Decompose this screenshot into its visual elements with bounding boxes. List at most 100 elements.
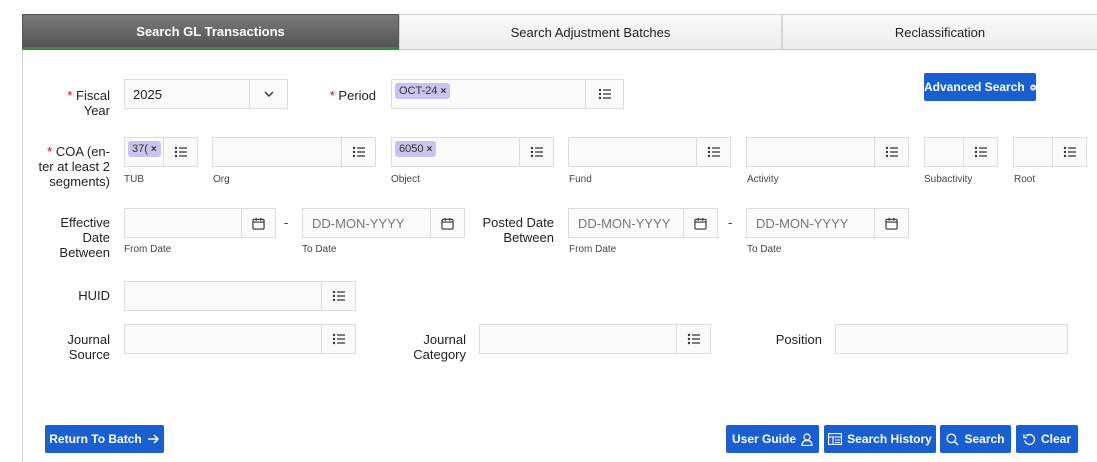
clear-label: Clear bbox=[1040, 432, 1072, 446]
root-list-button[interactable] bbox=[1052, 138, 1086, 166]
clear-button[interactable]: Clear bbox=[1016, 425, 1078, 453]
period-chip[interactable]: OCT-24 × bbox=[395, 83, 451, 99]
tab-reclassification[interactable]: Reclassification bbox=[782, 14, 1097, 50]
chip-remove-icon[interactable]: × bbox=[151, 144, 157, 155]
journal-category-label-line1: Journal bbox=[423, 332, 466, 347]
journal-category-list-button[interactable] bbox=[676, 325, 710, 353]
list-icon bbox=[332, 333, 345, 345]
fiscal-year-label: * Fiscal Year bbox=[40, 88, 110, 118]
tub-chip[interactable]: 37( × bbox=[128, 141, 161, 157]
search-button[interactable]: Search bbox=[940, 425, 1011, 453]
coa-tub-field[interactable]: 37( × bbox=[124, 137, 198, 167]
activity-list-button[interactable] bbox=[874, 138, 908, 166]
posted-from-calendar-button[interactable] bbox=[683, 209, 717, 237]
posted-date-label: Posted Date Between bbox=[470, 215, 554, 245]
date-range-separator: - bbox=[728, 215, 733, 230]
activity-sublabel: Activity bbox=[747, 174, 779, 185]
period-list-button[interactable] bbox=[585, 80, 623, 108]
huid-list-button[interactable] bbox=[321, 282, 355, 310]
list-icon bbox=[687, 333, 700, 345]
fiscal-year-value: 2025 bbox=[133, 87, 162, 102]
org-list-button[interactable] bbox=[341, 138, 375, 166]
posted-to-date-input[interactable]: DD-MON-YYYY bbox=[746, 208, 909, 238]
fiscal-year-select[interactable]: 2025 bbox=[124, 79, 288, 109]
period-chip-label: OCT-24 bbox=[399, 85, 438, 97]
effective-date-label-line3: Between bbox=[59, 245, 110, 260]
posted-from-date-input[interactable]: DD-MON-YYYY bbox=[568, 208, 718, 238]
fund-sublabel: Fund bbox=[569, 174, 592, 185]
fiscal-year-label-line2: Year bbox=[83, 103, 110, 118]
object-chip-label: 6050 bbox=[399, 143, 424, 155]
search-label: Search bbox=[964, 432, 1005, 446]
search-history-button[interactable]: Search History bbox=[824, 425, 936, 453]
root-sublabel: Root bbox=[1014, 174, 1036, 185]
journal-category-input[interactable] bbox=[479, 324, 711, 354]
list-icon bbox=[1063, 146, 1076, 158]
effective-from-sublabel: From Date bbox=[124, 244, 172, 255]
plus-circle-icon bbox=[1029, 84, 1036, 90]
posted-date-label-line2: Between bbox=[503, 230, 554, 245]
search-icon bbox=[946, 432, 960, 446]
calendar-icon bbox=[694, 217, 707, 230]
return-to-batch-button[interactable]: Return To Batch bbox=[45, 425, 164, 453]
journal-source-input[interactable] bbox=[124, 324, 356, 354]
posted-to-calendar-button[interactable] bbox=[874, 209, 908, 237]
coa-object-field[interactable]: 6050 × bbox=[391, 137, 554, 167]
list-icon bbox=[530, 146, 543, 158]
coa-activity-field[interactable] bbox=[746, 137, 909, 167]
posted-to-sublabel: To Date bbox=[747, 244, 782, 255]
list-icon bbox=[598, 88, 611, 100]
chip-remove-icon[interactable]: × bbox=[441, 86, 447, 97]
coa-root-field[interactable] bbox=[1013, 137, 1087, 167]
huid-label: HUID bbox=[78, 288, 110, 303]
effective-from-date-input[interactable] bbox=[124, 208, 276, 238]
list-icon bbox=[885, 146, 898, 158]
return-to-batch-label: Return To Batch bbox=[49, 432, 142, 446]
coa-org-field[interactable] bbox=[212, 137, 376, 167]
fiscal-year-dropdown-button[interactable] bbox=[249, 80, 287, 108]
object-list-button[interactable] bbox=[519, 138, 553, 166]
journal-source-list-button[interactable] bbox=[321, 325, 355, 353]
tab-search-gl-transactions[interactable]: Search GL Transactions bbox=[22, 14, 399, 50]
list-icon bbox=[707, 146, 720, 158]
tub-chip-label: 37( bbox=[132, 143, 148, 155]
posted-from-date-placeholder: DD-MON-YYYY bbox=[578, 216, 671, 231]
coa-label-line1: COA (en- bbox=[55, 144, 110, 159]
user-guide-label: User Guide bbox=[731, 432, 797, 446]
arrow-right-icon bbox=[147, 434, 159, 444]
huid-input[interactable] bbox=[124, 281, 356, 311]
journal-source-label-line1: Journal bbox=[67, 332, 110, 347]
subactivity-list-button[interactable] bbox=[963, 138, 997, 166]
user-icon bbox=[801, 432, 813, 446]
history-list-icon bbox=[828, 433, 843, 445]
calendar-icon bbox=[441, 217, 454, 230]
list-icon bbox=[174, 146, 187, 158]
position-input[interactable] bbox=[835, 324, 1068, 354]
journal-source-label: Journal Source bbox=[40, 332, 110, 362]
coa-label-line2: ter at least 2 bbox=[38, 159, 110, 174]
period-label-text: Period bbox=[338, 88, 376, 103]
org-sublabel: Org bbox=[213, 174, 230, 185]
tub-list-button[interactable] bbox=[163, 138, 197, 166]
journal-category-label-line2: Category bbox=[413, 347, 466, 362]
effective-from-calendar-button[interactable] bbox=[241, 209, 275, 237]
coa-fund-field[interactable] bbox=[568, 137, 731, 167]
position-label: Position bbox=[775, 332, 822, 347]
fund-list-button[interactable] bbox=[696, 138, 730, 166]
effective-to-calendar-button[interactable] bbox=[430, 209, 464, 237]
coa-subactivity-field[interactable] bbox=[924, 137, 998, 167]
effective-to-date-input[interactable]: DD-MON-YYYY bbox=[302, 208, 465, 238]
journal-source-label-line2: Source bbox=[68, 347, 110, 362]
calendar-icon bbox=[885, 217, 898, 230]
chip-remove-icon[interactable]: × bbox=[426, 144, 432, 155]
fiscal-year-label-line1: Fiscal bbox=[76, 88, 110, 103]
tab-search-adjustment-batches[interactable]: Search Adjustment Batches bbox=[399, 14, 782, 50]
required-mark: * bbox=[67, 88, 73, 103]
date-range-separator: - bbox=[284, 215, 289, 230]
advanced-search-button[interactable]: Advanced Search bbox=[924, 73, 1036, 101]
user-guide-button[interactable]: User Guide bbox=[726, 425, 819, 453]
period-multiselect[interactable]: OCT-24 × bbox=[391, 79, 624, 109]
required-mark: * bbox=[47, 144, 53, 159]
object-chip[interactable]: 6050 × bbox=[395, 141, 437, 157]
required-mark: * bbox=[329, 88, 335, 103]
